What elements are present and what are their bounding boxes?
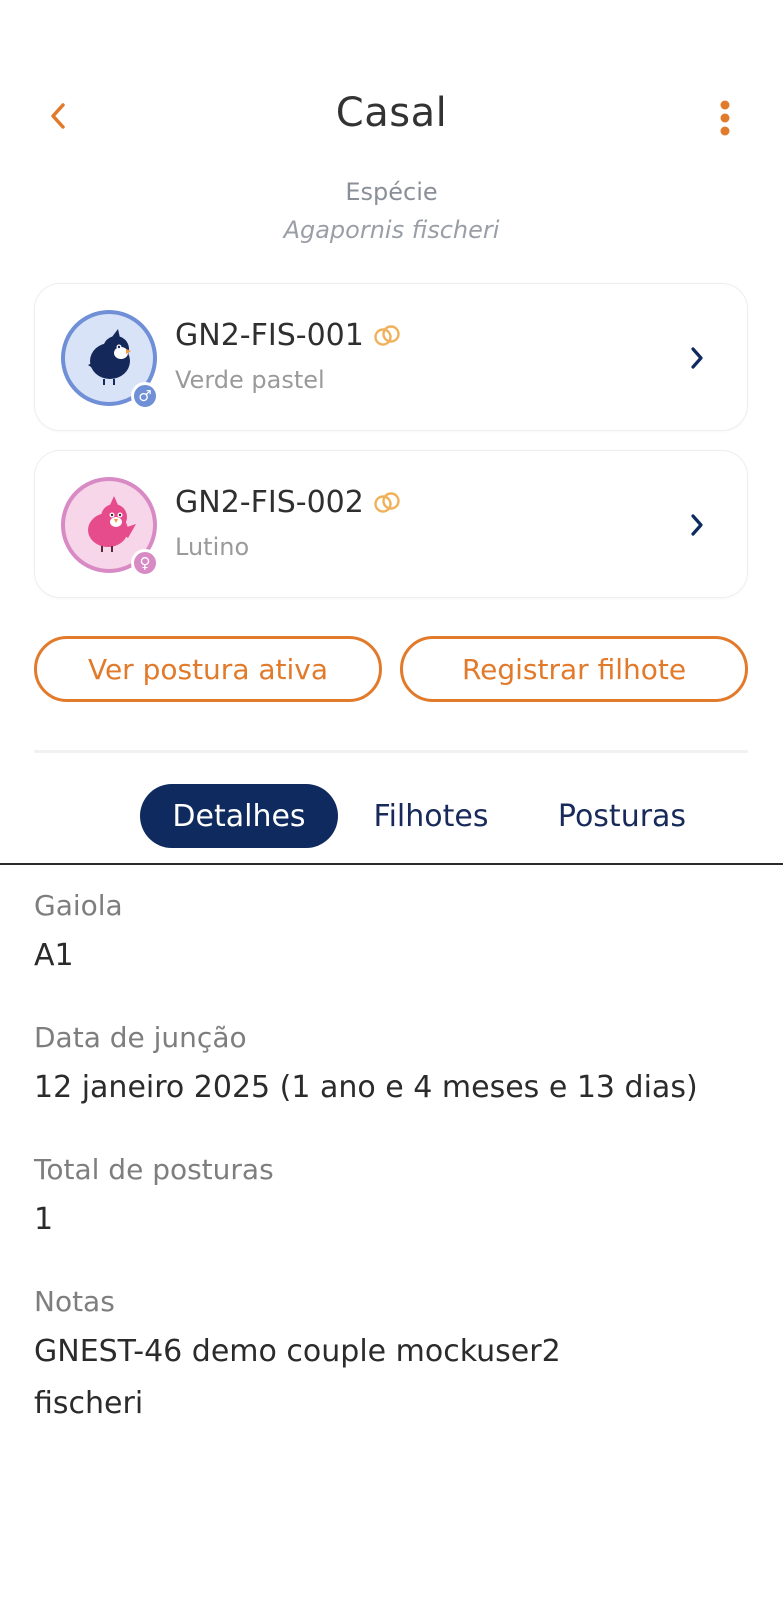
register-chick-button[interactable]: Registrar filhote — [400, 636, 748, 702]
female-ring-code: GN2-FIS-002 — [175, 485, 402, 520]
male-ring-code: GN2-FIS-001 — [175, 318, 402, 353]
chevron-right-icon — [685, 509, 709, 541]
pairing-date-field: Data de junção 12 janeiro 2025 (1 ano e … — [34, 1018, 754, 1114]
notes-field: Notas GNEST-46 demo couple mockuser2 fis… — [34, 1282, 754, 1430]
notes-value: GNEST-46 demo couple mockuser2 fischeri — [34, 1326, 754, 1430]
chevron-right-icon — [685, 342, 709, 374]
total-layings-value: 1 — [34, 1202, 54, 1237]
linked-rings-icon — [374, 324, 400, 346]
male-ring-label: GN2-FIS-001 — [175, 318, 364, 353]
notes-line-2: fischeri — [34, 1386, 144, 1421]
male-symbol-icon: ♂ — [138, 387, 152, 405]
species-name: Agapornis fischeri — [283, 216, 500, 244]
notes-line-1: GNEST-46 demo couple mockuser2 — [34, 1334, 561, 1369]
notes-label: Notas — [34, 1285, 115, 1318]
female-symbol-icon: ♀ — [139, 554, 151, 572]
cage-field: Gaiola A1 — [34, 886, 754, 982]
male-sex-badge: ♂ — [131, 382, 159, 410]
total-layings-label: Total de posturas — [34, 1153, 274, 1186]
pairing-date-label: Data de junção — [34, 1021, 247, 1054]
kebab-menu-icon — [720, 100, 730, 136]
male-bird-card[interactable]: ♂ GN2-FIS-001 Verde pastel — [34, 283, 748, 431]
section-divider — [34, 750, 748, 753]
tab-divider — [0, 863, 783, 865]
female-mutation: Lutino — [175, 533, 250, 561]
female-sex-badge: ♀ — [131, 549, 159, 577]
female-bird-card[interactable]: ♀ GN2-FIS-002 Lutino — [34, 450, 748, 598]
app-header: Casal — [0, 80, 783, 152]
tab-filhotes[interactable]: Filhotes — [360, 784, 502, 848]
species-label: Espécie — [345, 178, 438, 206]
tab-posturas[interactable]: Posturas — [544, 784, 700, 848]
page-title: Casal — [335, 90, 448, 136]
view-active-laying-button[interactable]: Ver postura ativa — [34, 636, 382, 702]
female-ring-label: GN2-FIS-002 — [175, 485, 364, 520]
tab-bar: Detalhes Filhotes Posturas — [0, 784, 783, 848]
linked-rings-icon — [374, 491, 400, 513]
cage-label: Gaiola — [34, 889, 123, 922]
pairing-date-value: 12 janeiro 2025 (1 ano e 4 meses e 13 di… — [34, 1070, 698, 1105]
male-bird-icon — [88, 329, 131, 385]
more-options-button[interactable] — [711, 98, 739, 138]
male-mutation: Verde pastel — [175, 366, 325, 394]
total-layings-field: Total de posturas 1 — [34, 1150, 754, 1246]
tab-detalhes[interactable]: Detalhes — [140, 784, 338, 848]
cage-value: A1 — [34, 938, 74, 973]
female-bird-icon — [88, 496, 136, 552]
